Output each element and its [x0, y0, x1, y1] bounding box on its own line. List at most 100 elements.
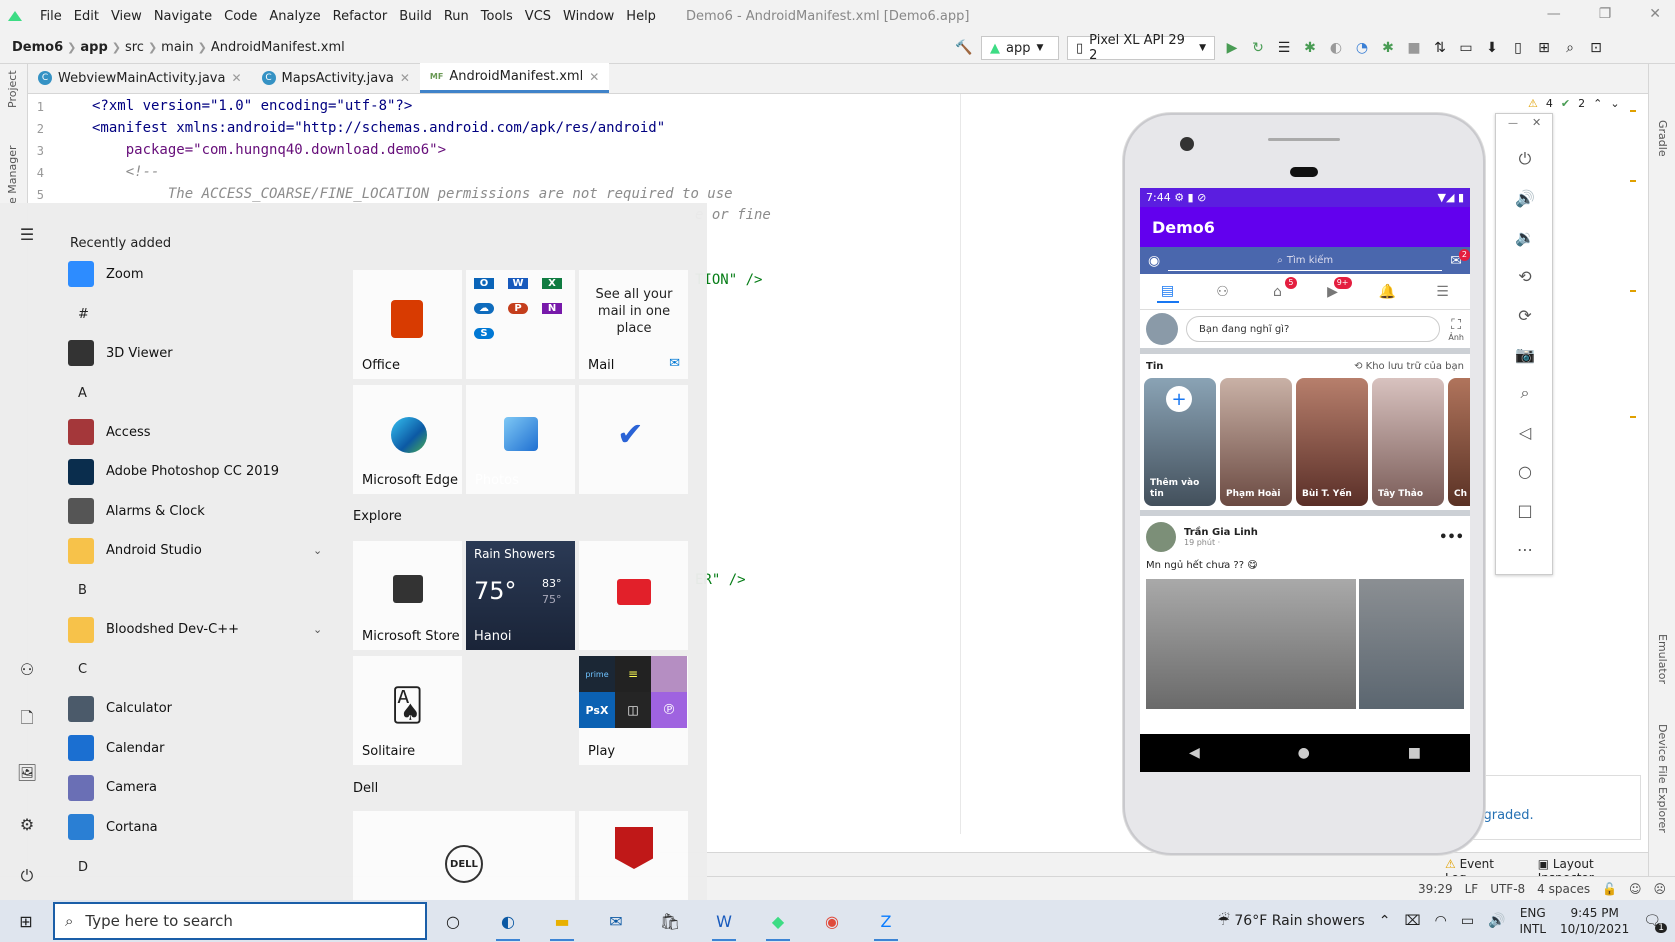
more-options-icon[interactable]: ••• [1439, 530, 1464, 545]
project-structure-icon[interactable]: ⊞ [1535, 39, 1553, 57]
minimize-icon[interactable]: — [1508, 118, 1518, 129]
device-manager-icon[interactable]: ▭ [1457, 39, 1475, 57]
camera-icon[interactable]: 📷 [1514, 343, 1536, 365]
device-select[interactable]: ▯ Pixel XL API 29 2 ▼ [1067, 33, 1215, 63]
overview-icon[interactable]: □ [1514, 499, 1536, 521]
app-access[interactable]: Access [68, 419, 151, 445]
volume-up-icon[interactable]: 🔊 [1514, 187, 1536, 209]
user-icon[interactable]: ⚇ [16, 658, 38, 680]
watch-tab-icon[interactable]: ▶ 9+ [1322, 276, 1352, 303]
settings-icon[interactable]: ⚙ [16, 813, 38, 835]
app-adobe-photoshop-cc-2019[interactable]: Adobe Photoshop CC 2019 [68, 458, 279, 485]
volume-down-icon[interactable]: 🔉 [1514, 226, 1536, 248]
menu-analyze[interactable]: Analyze [263, 9, 326, 24]
story-card[interactable]: Phạm Hoài [1220, 378, 1292, 506]
story-card[interactable]: Ch Th [1448, 378, 1470, 506]
powerpoint-icon[interactable]: P [508, 303, 528, 314]
power-icon[interactable]: ⏻ [1514, 148, 1536, 170]
prime-video-icon[interactable]: prime [579, 656, 615, 692]
windows-start-icon[interactable]: ⊞ [10, 906, 42, 936]
hammer-icon[interactable]: 🔨 [955, 39, 973, 57]
chevron-down-icon[interactable]: ⌄ [313, 623, 322, 636]
tile-mcafee[interactable] [579, 811, 688, 900]
letter-header[interactable]: D [78, 860, 88, 875]
tab-webview-main-activity[interactable]: C WebviewMainActivity.java ✕ [28, 63, 252, 93]
messenger-icon[interactable]: ✉ 2 [1450, 248, 1470, 269]
skype-icon[interactable]: S [474, 328, 494, 339]
close-tab-icon[interactable]: ✕ [400, 71, 410, 85]
back-icon[interactable]: ◀ [1189, 745, 1200, 761]
tile-dell[interactable]: DELL [353, 811, 575, 900]
story-card[interactable]: Bùi T. Yến [1296, 378, 1368, 506]
profile-icon[interactable]: ◔ [1353, 39, 1371, 57]
menu-tools[interactable]: Tools [475, 9, 519, 24]
home-icon[interactable]: ● [1298, 745, 1310, 761]
run-icon[interactable]: ▶ [1223, 39, 1241, 57]
tab-maps-activity[interactable]: C MapsActivity.java ✕ [252, 63, 420, 93]
folder-bloodshed-dev-c-[interactable]: Bloodshed Dev-C++ ⌄ [68, 616, 322, 643]
chrome-icon[interactable]: ◉ [816, 906, 848, 936]
rotate-right-icon[interactable]: ⟳ [1514, 304, 1536, 326]
tile-edge[interactable]: Microsoft Edge [353, 385, 462, 494]
emulator-tool-button[interactable]: Emulator [1656, 634, 1669, 684]
home-tab-icon[interactable]: ▤ [1156, 281, 1179, 303]
stop-icon[interactable]: ■ [1405, 39, 1423, 57]
search-input[interactable]: ⌕ Tìm kiếm [1168, 251, 1443, 271]
wifi-icon[interactable]: ◠ [1435, 913, 1447, 929]
picsart-icon[interactable]: ℗ [651, 692, 687, 728]
settings-icon[interactable]: ⊡ [1587, 39, 1605, 57]
sdk-manager-icon[interactable]: ⬇ [1483, 39, 1501, 57]
home-icon[interactable]: ○ [1514, 460, 1536, 482]
post-author[interactable]: Trần Gia Linh [1184, 527, 1431, 538]
profile-icon[interactable]: ◉ [1148, 253, 1160, 269]
volume-icon[interactable]: 🔊 [1488, 913, 1505, 929]
tile-office[interactable]: Office [353, 270, 462, 379]
indent-setting[interactable]: 4 spaces [1537, 882, 1590, 896]
menu-run[interactable]: Run [438, 9, 475, 24]
debug-icon[interactable]: ✱ [1301, 39, 1319, 57]
menu-window[interactable]: Window [557, 9, 620, 24]
marketplace-tab-icon[interactable]: ⌂ 5 [1267, 276, 1297, 303]
tab-android-manifest[interactable]: MF AndroidManifest.xml ✕ [419, 63, 610, 93]
tile-photos[interactable]: Photos [466, 385, 575, 494]
letter-header[interactable]: # [78, 307, 89, 322]
search-icon[interactable]: ⌕ [1561, 39, 1579, 57]
apply-changes-icon[interactable]: ↻ [1249, 39, 1267, 57]
menu-tab-icon[interactable]: ☰ [1432, 281, 1454, 303]
chevron-down-icon[interactable]: ⌄ [313, 544, 322, 557]
letter-header[interactable]: B [78, 583, 87, 598]
word-icon[interactable]: W [508, 278, 528, 289]
zalo-icon[interactable]: Z [870, 906, 902, 941]
onedrive-icon[interactable]: ☁ [474, 303, 494, 314]
android-studio-icon[interactable]: ◆ [762, 906, 794, 941]
breadcrumb-file[interactable]: AndroidManifest.xml [207, 40, 349, 55]
tile-weather[interactable]: Rain Showers 75° 83° 75° Hanoi [466, 541, 575, 650]
chevron-up-icon[interactable]: ⌃ [1379, 913, 1391, 929]
happy-face-icon[interactable]: ☺ [1629, 882, 1642, 896]
story-card[interactable]: + Thêm vào tin [1144, 378, 1216, 506]
gradle-tool-button[interactable]: Gradle [1656, 120, 1669, 157]
group-explore[interactable]: Explore [353, 509, 402, 524]
overview-icon[interactable]: ■ [1408, 745, 1421, 761]
outlook-icon[interactable]: O [474, 278, 494, 289]
folder-android-studio[interactable]: Android Studio ⌄ [68, 537, 322, 564]
back-icon[interactable]: ◁ [1514, 421, 1536, 443]
excel-icon[interactable]: X [542, 278, 562, 289]
close-icon[interactable]: ✕ [1532, 116, 1541, 129]
minimize-icon[interactable]: — [1547, 6, 1561, 22]
menu-file[interactable]: File [34, 9, 68, 24]
dolby-icon[interactable]: ◫ [615, 692, 651, 728]
maximize-icon[interactable]: ❐ [1599, 6, 1612, 22]
friends-tab-icon[interactable]: ⚇ [1212, 281, 1234, 303]
caret-position[interactable]: 39:29 [1418, 882, 1453, 896]
tile-news[interactable] [579, 541, 688, 650]
device-file-explorer-tool-button[interactable]: Device File Explorer [1656, 724, 1669, 833]
file-encoding[interactable]: UTF-8 [1490, 882, 1525, 896]
breadcrumb-src[interactable]: src [121, 40, 148, 55]
lock-icon[interactable]: 🔓 [1602, 882, 1617, 896]
archive-link[interactable]: ⟲ Kho lưu trữ của bạn [1354, 361, 1464, 372]
emulator-screen[interactable]: 7:44 ⚙ ▮ ⊘ ▼◢ ▮ Demo6 ◉ ⌕ Tìm kiếm ✉ 2 ▤ ⚇… [1140, 188, 1470, 772]
close-tab-icon[interactable]: ✕ [589, 70, 599, 84]
post-photo[interactable] [1359, 579, 1464, 709]
file-explorer-icon[interactable]: ▬ [546, 906, 578, 941]
